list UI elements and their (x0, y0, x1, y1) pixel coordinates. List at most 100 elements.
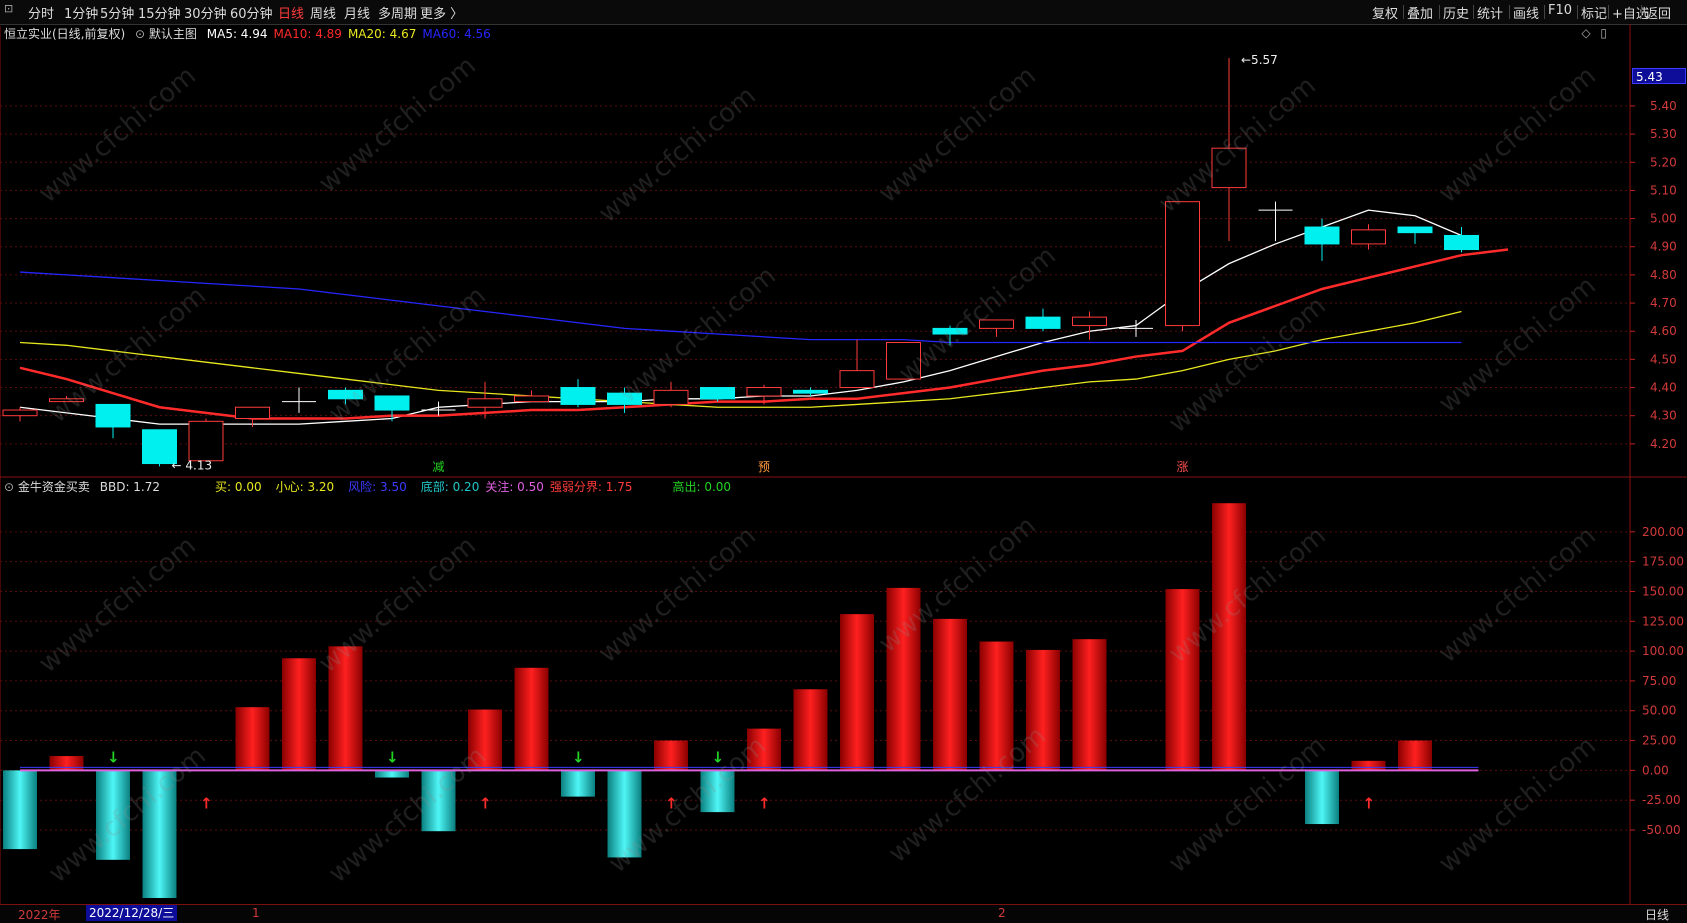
bbd-bar (840, 614, 874, 771)
toolbar-divider (1577, 5, 1578, 19)
down-arrow-icon: ↓ (712, 748, 725, 766)
price-tick-label: 4.70 (1650, 296, 1677, 310)
toolbar-button-5[interactable]: F10 (1548, 3, 1572, 18)
period-tab-2[interactable]: 5分钟 (100, 3, 134, 22)
toolbar-button-8[interactable]: 返回 (1645, 3, 1671, 22)
candle-body (1351, 229, 1386, 245)
bar-tick-label: 100.00 (1642, 644, 1684, 658)
candle-body (560, 387, 596, 405)
candle-body (374, 395, 410, 411)
bar-tick-label: 0.00 (1642, 763, 1669, 777)
toolbar-button-2[interactable]: 历史 (1443, 3, 1469, 22)
toolbar-button-4[interactable]: 画线 (1513, 3, 1539, 22)
year-label: 2022年 (18, 908, 61, 922)
bbd-bar (654, 740, 688, 771)
indicator-label-6: 强弱分界: 1.75 (549, 480, 633, 494)
price-tick-label: 5.40 (1650, 99, 1677, 113)
toolbar-divider (1439, 5, 1440, 19)
bbd-bar (700, 770, 735, 813)
month-mark-1: 1 (252, 906, 260, 920)
bbd-bar (235, 707, 270, 771)
toolbar-button-6[interactable]: 标记 (1581, 3, 1607, 22)
signal-label: 预 (758, 460, 770, 474)
toolbar-button-0[interactable]: 复权 (1372, 3, 1398, 22)
candle-body (1165, 201, 1200, 327)
bbd-bar (49, 756, 84, 771)
indicator-label-2: 小心: 3.20 (275, 480, 335, 494)
toolbar-divider (1544, 5, 1545, 19)
candle-body (793, 389, 828, 394)
candle-body (886, 341, 921, 380)
ma-legend: MA5: 4.94 MA10: 4.89 MA20: 4.67 MA60: 4.56 (201, 27, 491, 41)
bbd-bar (514, 667, 549, 771)
price-tick-label: 5.10 (1650, 183, 1677, 197)
candle-body (932, 327, 968, 335)
price-tick-label: 4.30 (1650, 409, 1677, 423)
period-tab-4[interactable]: 30分钟 (184, 3, 227, 22)
period-tab-0[interactable]: 分时 (28, 3, 54, 22)
price-tick-label: 4.60 (1650, 324, 1677, 338)
ma-label-3: MA60: 4.56 (422, 27, 491, 41)
bbd-bar (282, 658, 316, 771)
price-tick-label: 5.20 (1650, 155, 1677, 169)
signal-label: 涨 (1177, 459, 1189, 474)
ma-label-0: MA5: 4.94 (206, 27, 268, 41)
sub-title[interactable]: 金牛资金买卖 (18, 480, 90, 494)
sub-info-line: ⊙ 金牛资金买卖 BBD: 1.72 买: 0.00 小心: 3.20 风险: 3.5… (4, 478, 731, 495)
down-arrow-icon: ↓ (107, 748, 120, 766)
bbd-bar (142, 770, 177, 898)
indicator-label-1: 买: 0.00 (215, 480, 262, 494)
price-tick-label: 4.40 (1650, 381, 1677, 395)
indicator-label-3: 风险: 3.50 (348, 480, 407, 494)
candle-body (1304, 226, 1340, 245)
toolbar-button-7[interactable]: +自选 (1612, 3, 1649, 22)
ma-label-2: MA20: 4.67 (347, 27, 417, 41)
period-tab-8[interactable]: 月线 (344, 3, 370, 22)
bbd-bar (793, 689, 828, 771)
candle-body (95, 403, 131, 428)
toolbar-button-3[interactable]: 统计 (1477, 3, 1503, 22)
signal-label: 减 (433, 460, 445, 474)
diamond-icon[interactable]: ◇ (1581, 26, 1590, 40)
sub-options-icon[interactable]: ⊙ (4, 480, 14, 494)
candle-body (1072, 316, 1107, 327)
ma-line-ma60 (19, 271, 1462, 344)
candle-body (746, 387, 782, 397)
up-arrow-icon: ↑ (200, 794, 213, 812)
price-tick-label: 4.50 (1650, 352, 1677, 366)
price-tick-label: 5.00 (1650, 212, 1677, 226)
bbd-bar (328, 646, 363, 771)
bar-tick-label: 25.00 (1642, 734, 1676, 748)
period-label[interactable]: 日线 (1645, 906, 1669, 923)
bbd-bar (607, 770, 642, 858)
period-tab-9[interactable]: 多周期 (378, 3, 417, 22)
bar-tick-label: 150.00 (1642, 584, 1684, 598)
bbd-bar (933, 618, 967, 771)
up-arrow-icon: ↑ (479, 794, 492, 812)
panel-controls: ◇ ▯ (1581, 26, 1607, 40)
down-arrow-icon: ↓ (572, 748, 585, 766)
stock-chart: 4.20 4.30 4.40 4.50 4.60 4.70 4.80 4.90 5.00 5.10… (0, 24, 1687, 904)
bbd-bar (1305, 770, 1339, 825)
candle-body (467, 398, 503, 408)
toolbar-divider (1608, 5, 1609, 19)
period-tab-1[interactable]: 1分钟 (64, 3, 98, 22)
window-menu-icon[interactable]: ⊡ (4, 2, 13, 15)
bar-tick-label: -25.00 (1642, 793, 1681, 807)
toolbar-button-1[interactable]: 叠加 (1407, 3, 1433, 22)
candle-body (1444, 234, 1479, 251)
period-tab-10[interactable]: 更多 〉 (420, 3, 463, 22)
bbd-bar (3, 770, 37, 850)
month-mark-2: 2 (998, 906, 1006, 920)
chart-options-icon[interactable]: ⊙ (135, 27, 145, 41)
period-tab-3[interactable]: 15分钟 (138, 3, 181, 22)
candle-body (1397, 226, 1433, 234)
candle-body (514, 395, 549, 403)
period-tab-7[interactable]: 周线 (310, 3, 336, 22)
period-tab-5[interactable]: 60分钟 (230, 3, 273, 22)
period-tab-6[interactable]: 日线 (278, 3, 304, 22)
price-tick-label: 5.30 (1650, 127, 1677, 141)
main-chart-label[interactable]: 默认主图 (149, 27, 197, 41)
maximize-icon[interactable]: ▯ (1600, 26, 1607, 40)
bar-tick-label: 75.00 (1642, 674, 1676, 688)
